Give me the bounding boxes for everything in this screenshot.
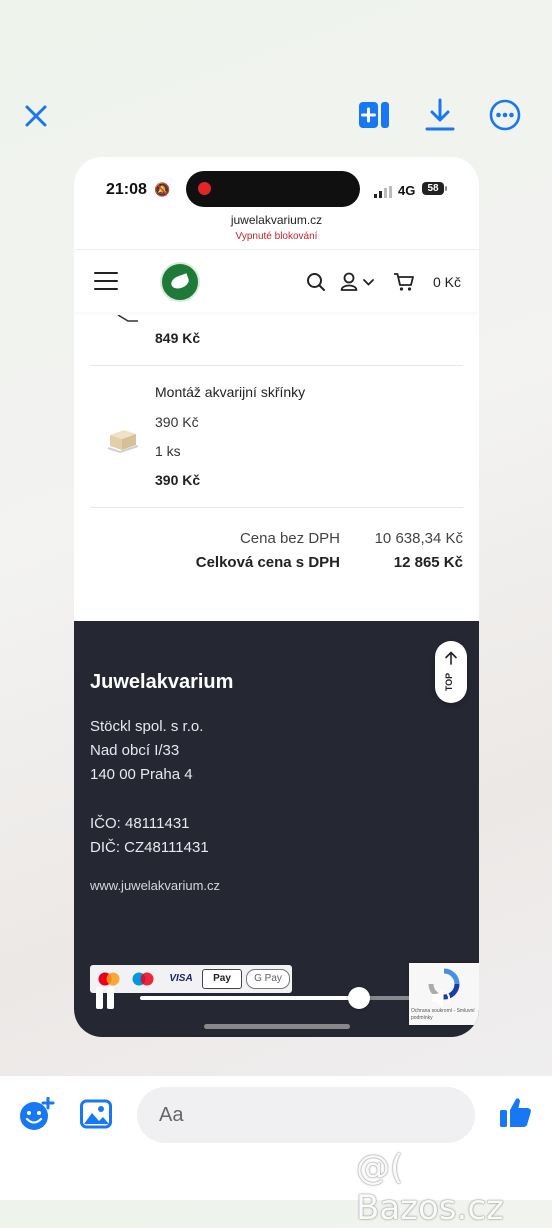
dynamic-island	[186, 171, 360, 207]
footer-company: Stöckl spol. s r.o.	[90, 718, 204, 735]
viewer-top-bar	[0, 0, 552, 150]
download-icon[interactable]	[424, 98, 456, 137]
footer-brand: Juwelakvarium	[90, 671, 234, 693]
more-icon[interactable]	[489, 99, 521, 136]
pause-icon[interactable]	[94, 987, 116, 1009]
fish-icon	[169, 273, 191, 291]
status-time: 21:08	[106, 181, 147, 198]
divider	[90, 507, 463, 508]
battery-tip	[445, 186, 447, 191]
video-controls	[94, 983, 464, 1013]
messenger-bottom-bar: Aa @( Bazos.cz	[0, 1076, 552, 1228]
price-without-vat-value: 10 638,34 Kč	[374, 530, 463, 547]
product-thumbnail-partial	[110, 312, 140, 330]
close-icon[interactable]	[24, 104, 48, 133]
footer-ico: IČO: 48111431	[90, 815, 190, 832]
footer-dic: DIČ: CZ48111431	[90, 839, 209, 856]
site-footer: Juwelakvarium Stöckl spol. s r.o. Nad ob…	[74, 621, 479, 1037]
thumbs-up-icon[interactable]	[499, 1096, 533, 1135]
price-without-vat-label: Cena bez DPH	[239, 530, 340, 547]
footer-city: 140 00 Praha 4	[90, 766, 193, 783]
add-to-album-icon[interactable]	[358, 101, 390, 134]
message-input[interactable]: Aa	[137, 1087, 475, 1143]
previous-item-total: 849 Kč	[155, 330, 201, 346]
browser-url[interactable]: juwelakvarium.cz	[74, 213, 479, 227]
footer-website[interactable]: www.juwelakvarium.cz	[90, 878, 220, 893]
bazos-watermark: @( Bazos.cz	[356, 1148, 504, 1228]
price-with-vat-label: Celková cena s DPH	[195, 554, 340, 571]
cabinet-box-thumbnail	[106, 425, 140, 454]
price-with-vat-value: 12 865 Kč	[393, 554, 463, 571]
menu-icon[interactable]	[94, 272, 118, 296]
cart-total[interactable]: 0 Kč	[433, 274, 461, 290]
user-icon[interactable]	[340, 272, 378, 297]
battery-icon: 58	[422, 182, 444, 195]
signal-icon	[374, 185, 394, 203]
item-name[interactable]: Montáž akvarijní skřínky	[155, 384, 305, 400]
recording-dot-icon	[198, 182, 211, 195]
home-indicator	[204, 1024, 350, 1029]
top-label: TOP	[444, 672, 455, 692]
phone-screenshot: 21:08 🔕 4G 58 juwelakvarium.cz Vypnuté b…	[74, 157, 479, 1037]
add-emoji-icon[interactable]	[19, 1096, 55, 1136]
photo-icon[interactable]	[80, 1099, 112, 1134]
speaker-icon[interactable]	[430, 987, 456, 1014]
footer-street: Nad obcí I/33	[90, 742, 180, 759]
blocking-status: Vypnuté blokování	[235, 231, 318, 242]
item-quantity: 1 ks	[155, 443, 181, 459]
site-header: 0 Kč	[74, 249, 479, 312]
muted-bell-icon: 🔕	[154, 182, 171, 197]
juwel-logo[interactable]	[160, 262, 200, 302]
video-progress-played[interactable]	[140, 996, 359, 1000]
search-icon[interactable]	[306, 272, 326, 297]
arrow-up-icon	[443, 650, 459, 671]
divider	[90, 365, 463, 366]
item-total: 390 Kč	[155, 472, 201, 488]
scroll-top-button[interactable]: TOP	[435, 641, 467, 703]
cart-icon[interactable]	[393, 272, 415, 297]
network-type: 4G	[398, 183, 416, 198]
message-placeholder: Aa	[159, 1104, 184, 1126]
item-unit-price: 390 Kč	[155, 414, 199, 430]
video-scrubber-handle[interactable]	[348, 987, 370, 1009]
